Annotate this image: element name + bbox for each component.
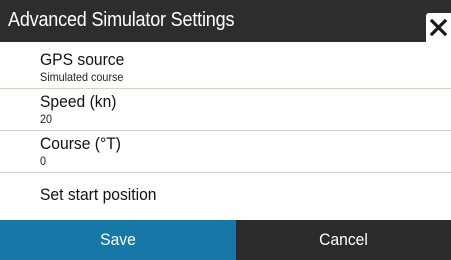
- setting-speed[interactable]: Speed (kn) 20: [0, 89, 451, 131]
- setting-value: Simulated course: [40, 70, 124, 84]
- setting-label: Set start position: [40, 185, 157, 204]
- setting-value: 0: [40, 154, 47, 168]
- setting-value: 20: [40, 112, 53, 126]
- cancel-button[interactable]: Cancel: [236, 220, 451, 260]
- setting-course[interactable]: Course (°T) 0: [0, 131, 451, 173]
- dialog-footer: Save Cancel: [0, 220, 451, 260]
- save-button[interactable]: Save: [0, 220, 236, 260]
- close-icon: [430, 19, 447, 36]
- setting-gps-source[interactable]: GPS source Simulated course: [0, 47, 451, 89]
- settings-list: GPS source Simulated course Speed (kn) 2…: [0, 47, 451, 213]
- save-button-label: Save: [100, 230, 136, 249]
- cancel-button-label: Cancel: [319, 230, 368, 249]
- setting-label: Speed (kn): [40, 92, 117, 111]
- setting-label: GPS source: [40, 50, 125, 69]
- dialog-title: Advanced Simulator Settings: [8, 9, 235, 31]
- setting-label: Course (°T): [40, 134, 121, 153]
- setting-set-start-position[interactable]: Set start position: [0, 173, 451, 213]
- dialog-titlebar: Advanced Simulator Settings: [0, 0, 451, 42]
- close-button[interactable]: [426, 13, 451, 42]
- advanced-simulator-settings-dialog: Advanced Simulator Settings GPS source S…: [0, 0, 451, 260]
